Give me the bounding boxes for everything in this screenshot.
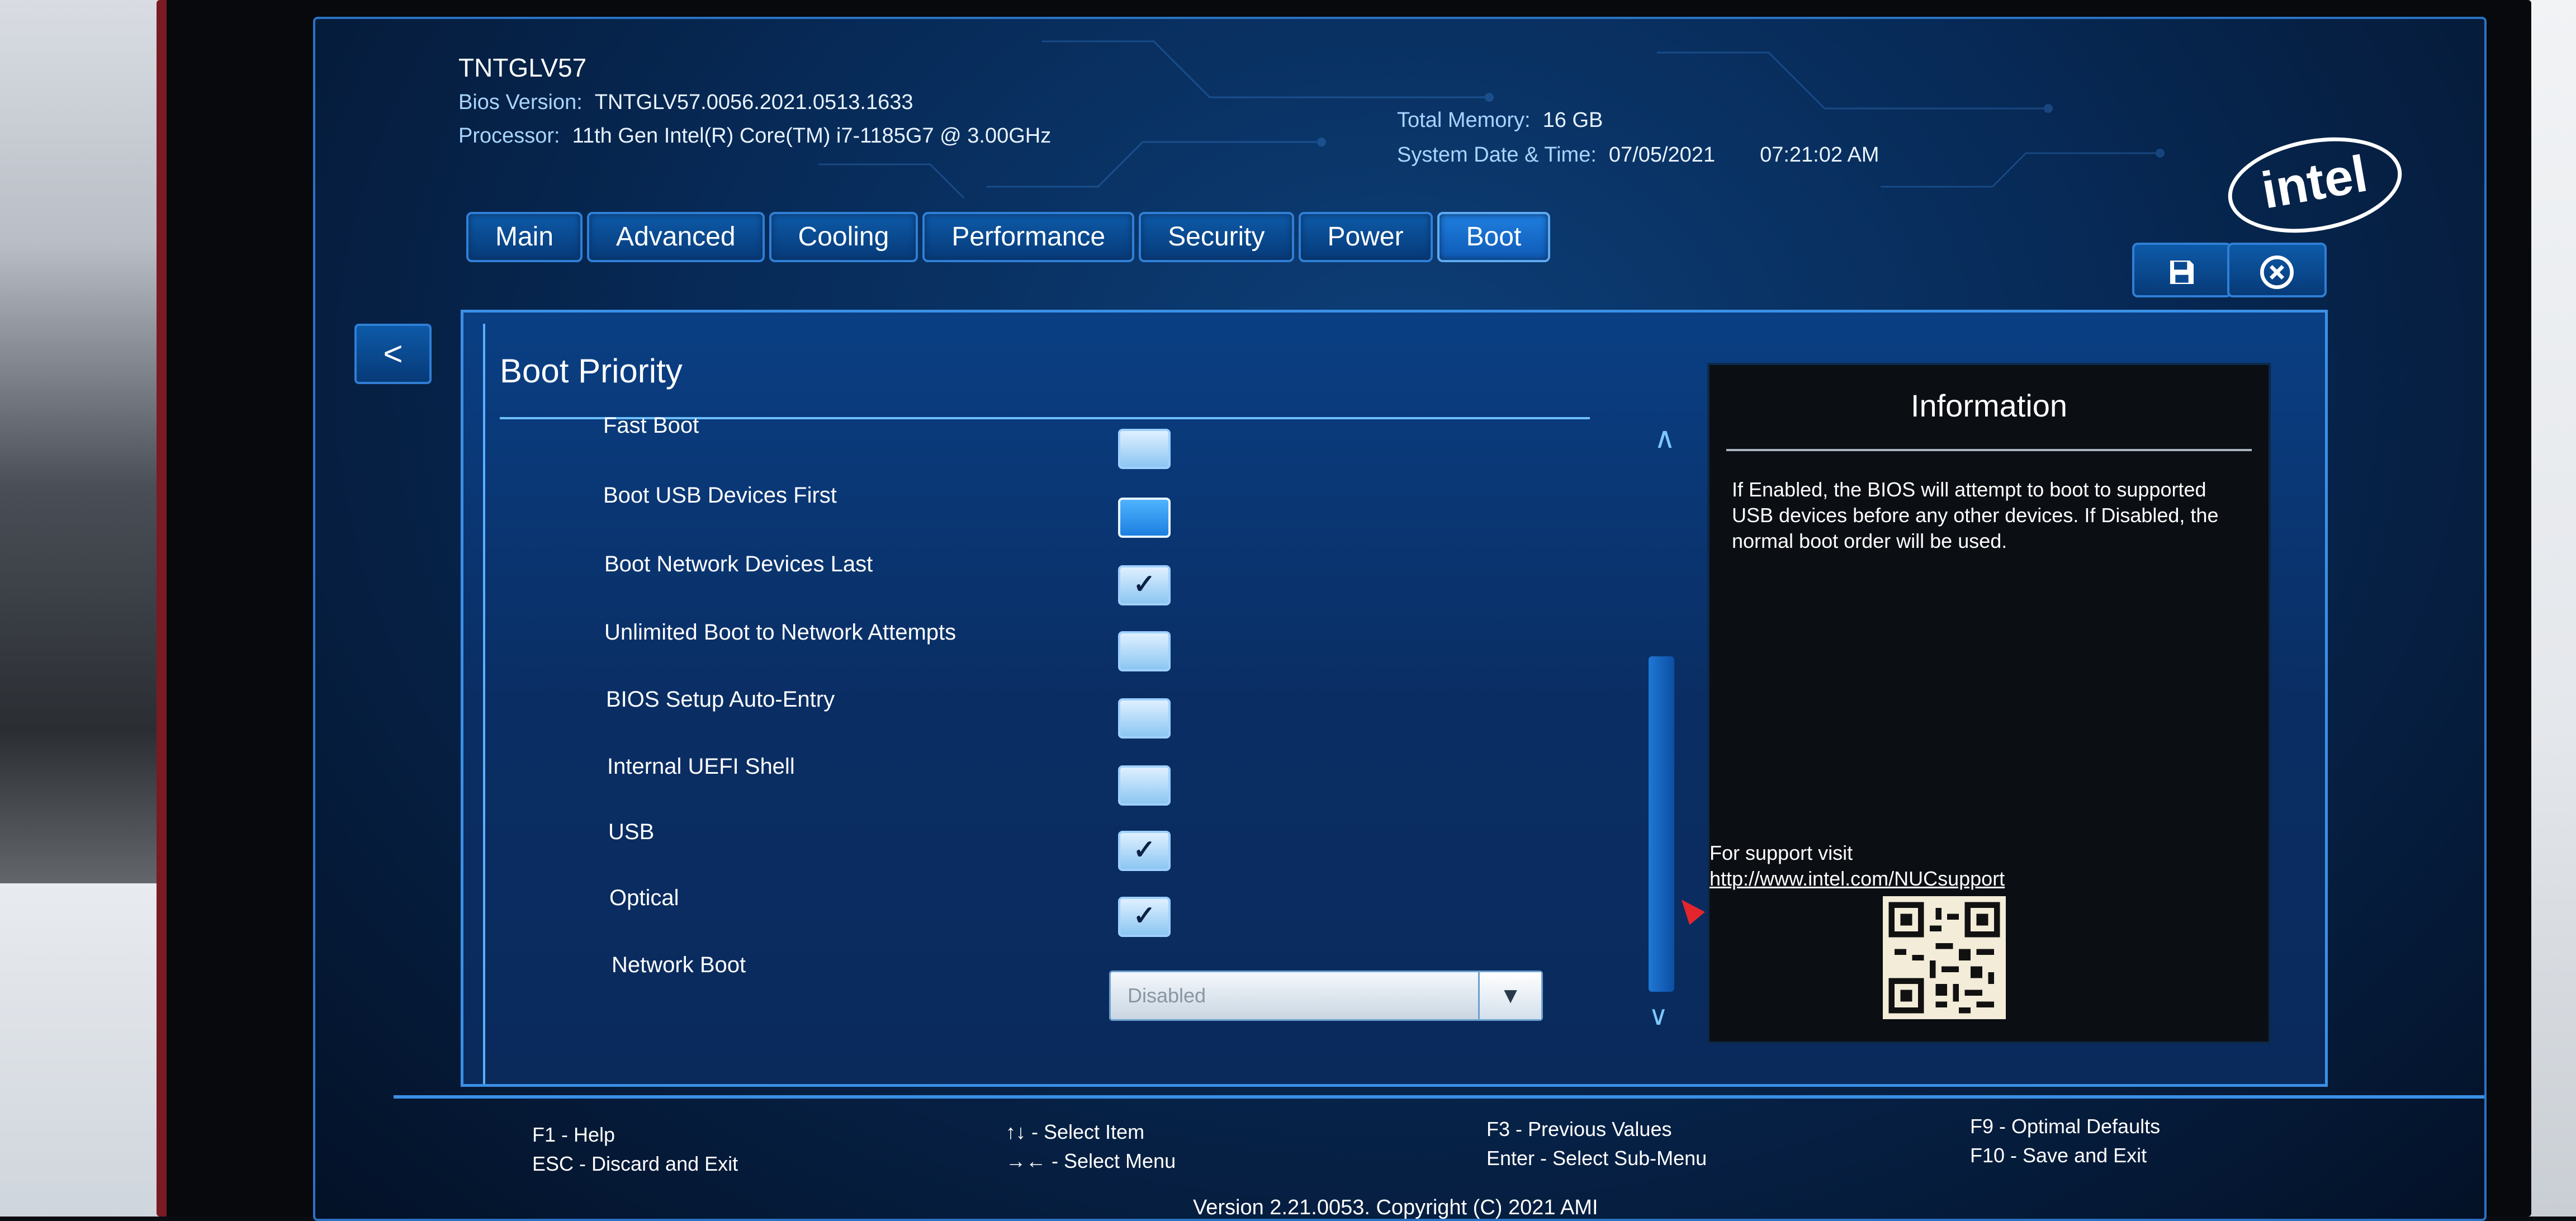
- option-label-boot-usb-first: Boot USB Devices First: [603, 483, 837, 508]
- information-title: Information: [1910, 388, 2068, 423]
- system-date-time-line: System Date & Time: 07/05/2021 07:21:02 AM: [1397, 143, 1879, 167]
- hint-f1-help: F1 - Help: [532, 1123, 615, 1146]
- system-time-value: 07:21:02 AM: [1760, 143, 1879, 167]
- checkbox-optical[interactable]: ✓: [1118, 897, 1171, 937]
- footer-help-col-3: F3 - Previous Values Enter - Select Sub-…: [1486, 1115, 1707, 1173]
- support-label: For support visit: [1710, 841, 1853, 864]
- footer-divider: [394, 1095, 2484, 1099]
- section-title: Boot Priority: [500, 352, 683, 390]
- hint-esc-discard: ESC - Discard and Exit: [532, 1152, 738, 1175]
- network-boot-value: Disabled: [1128, 984, 1206, 1007]
- save-button[interactable]: [2132, 243, 2232, 297]
- checkbox-boot-network-last[interactable]: ✓: [1118, 565, 1171, 605]
- tab-bar: Main Advanced Cooling Performance Securi…: [466, 212, 1551, 262]
- tab-power[interactable]: Power: [1298, 212, 1433, 262]
- scroll-up-icon[interactable]: ∧: [1654, 422, 1675, 455]
- support-link[interactable]: http://www.intel.com/NUCsupport: [1710, 866, 2005, 892]
- option-label-fast-boot: Fast Boot: [603, 413, 699, 438]
- tab-performance[interactable]: Performance: [922, 212, 1135, 262]
- checkbox-bios-setup-auto-entry[interactable]: [1118, 698, 1171, 739]
- tab-security[interactable]: Security: [1139, 212, 1294, 262]
- footer-help-col-4: F9 - Optimal Defaults F10 - Save and Exi…: [1970, 1112, 2160, 1170]
- system-model: TNTGLV57: [458, 53, 587, 82]
- option-label-network-boot: Network Boot: [612, 953, 746, 977]
- hint-f3-previous: F3 - Previous Values: [1486, 1118, 1672, 1140]
- tab-boot[interactable]: Boot: [1437, 212, 1551, 262]
- hint-f10-save-exit: F10 - Save and Exit: [1970, 1144, 2147, 1167]
- checkbox-unlimited-network-attempts[interactable]: [1118, 631, 1171, 671]
- information-text: If Enabled, the BIOS will attempt to boo…: [1732, 478, 2219, 552]
- tab-main[interactable]: Main: [466, 212, 583, 262]
- checkbox-internal-uefi-shell[interactable]: [1118, 765, 1171, 806]
- qr-code-graphic: [1888, 902, 2000, 1014]
- footer-help-col-1: F1 - Help ESC - Discard and Exit: [532, 1120, 738, 1179]
- chevron-down-icon[interactable]: ▼: [1478, 972, 1541, 1019]
- save-icon: [2170, 261, 2194, 285]
- option-label-bios-setup-auto-entry: BIOS Setup Auto-Entry: [606, 687, 835, 712]
- total-memory-value: 16 GB: [1542, 108, 1603, 132]
- bios-version-label: Bios Version:: [458, 91, 583, 114]
- option-label-optical: Optical: [609, 886, 679, 910]
- option-label-internal-uefi-shell: Internal UEFI Shell: [607, 754, 795, 779]
- hint-select-menu: →← - Select Menu: [1006, 1149, 1176, 1172]
- hint-enter-submenu: Enter - Select Sub-Menu: [1486, 1147, 1707, 1170]
- processor-line: Processor: 11th Gen Intel(R) Core(TM) i7-…: [458, 124, 1051, 148]
- date-time-label: System Date & Time:: [1397, 143, 1597, 167]
- total-memory-line: Total Memory: 16 GB: [1397, 108, 1603, 132]
- option-label-unlimited-network-attempts: Unlimited Boot to Network Attempts: [604, 620, 956, 645]
- hint-select-item: ↑↓ - Select Item: [1006, 1120, 1145, 1143]
- checkbox-usb[interactable]: ✓: [1118, 831, 1171, 871]
- processor-label: Processor:: [458, 124, 560, 148]
- exit-button[interactable]: [2227, 243, 2327, 297]
- tab-cooling[interactable]: Cooling: [769, 212, 918, 262]
- option-label-usb: USB: [608, 820, 655, 844]
- information-divider: [1726, 449, 2252, 451]
- footer-help-col-2: ↑↓ - Select Item →← - Select Menu: [1006, 1118, 1176, 1176]
- option-label-boot-network-last: Boot Network Devices Last: [604, 552, 873, 576]
- background-left: [0, 0, 179, 1217]
- bios-version-line: Bios Version: TNTGLV57.0056.2021.0513.163…: [458, 91, 913, 115]
- bios-screen: TNTGLV57 Bios Version: TNTGLV57.0056.2021…: [313, 17, 2487, 1221]
- tab-advanced[interactable]: Advanced: [587, 212, 765, 262]
- total-memory-label: Total Memory:: [1397, 108, 1531, 132]
- desk-shelf: [0, 883, 179, 1217]
- system-date-value: 07/05/2021: [1608, 143, 1716, 167]
- network-boot-select[interactable]: Disabled ▼: [1109, 971, 1543, 1021]
- scrollbar-thumb[interactable]: [1649, 656, 1674, 992]
- checkbox-fast-boot[interactable]: [1118, 429, 1171, 469]
- close-icon: [2260, 255, 2294, 290]
- bios-version-value: TNTGLV57.0056.2021.0513.1633: [594, 91, 913, 114]
- scroll-down-icon[interactable]: ∨: [1649, 1000, 1668, 1031]
- information-panel: Information If Enabled, the BIOS will at…: [1707, 363, 2271, 1044]
- qr-code: [1883, 896, 2006, 1019]
- checkbox-boot-usb-first[interactable]: [1118, 498, 1171, 538]
- processor-value: 11th Gen Intel(R) Core(TM) i7-1185G7 @ 3…: [572, 124, 1052, 148]
- support-block: For support visit http://www.intel.com/N…: [1710, 840, 2005, 892]
- back-button[interactable]: <: [354, 324, 432, 384]
- hint-f9-defaults: F9 - Optimal Defaults: [1970, 1115, 2161, 1138]
